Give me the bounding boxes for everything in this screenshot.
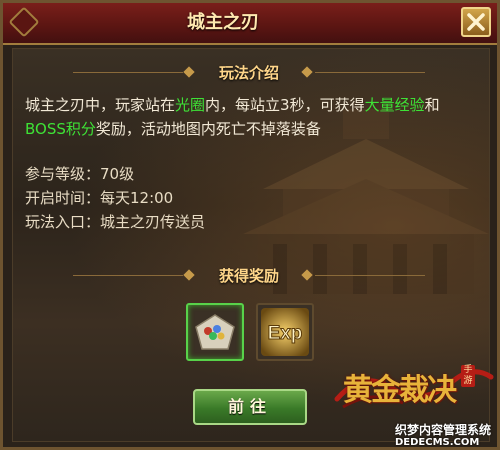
info-entry: 玩法入口：城主之刃传送员 (25, 213, 206, 231)
dialog-title: 城主之刃 (187, 12, 259, 33)
desc-highlight: 光圈 (175, 96, 206, 114)
section-rewards-header: 获得奖励 (218, 267, 279, 285)
desc-text: 奖励，活动地图内死亡不掉落装备 (95, 120, 321, 138)
header-rule-left (73, 72, 183, 73)
logo-text: 黄金裁决 (343, 373, 457, 408)
header-rule-right (315, 72, 425, 73)
go-button[interactable]: 前往 (193, 389, 307, 425)
header-rule-left (73, 275, 183, 276)
gem-bundle-icon (195, 314, 235, 350)
reward-slot-exp[interactable]: Exp (256, 303, 314, 361)
dialog-window: 城主之刃 玩法介绍 城主之刃中，玩家站在光圈内，每站立3秒，可获得大量经验和BO… (0, 0, 500, 450)
close-button[interactable] (461, 7, 491, 37)
intro-description: 城主之刃中，玩家站在光圈内，每站立3秒，可获得大量经验和 BOSS积分奖励，活动地… (25, 93, 477, 141)
desc-text: 和 (424, 96, 440, 114)
diamond-ornament-icon (183, 269, 195, 281)
dialog-title-bar: 城主之刃 (3, 3, 497, 45)
watermark-text: 织梦内容管理系统 (395, 423, 492, 437)
desc-text: 内，每站立3秒，可获得 (205, 96, 365, 114)
diamond-ornament-icon (183, 66, 195, 78)
exp-icon: Exp (261, 308, 309, 356)
section-intro-header: 玩法介绍 (218, 64, 279, 82)
desc-highlight: 大量经验 (364, 96, 425, 114)
close-icon (467, 13, 485, 31)
info-open-time: 开启时间：每天12:00 (25, 189, 174, 207)
watermark-url: DEDECMS.COM (395, 437, 480, 448)
reward-slot-gems[interactable] (186, 303, 244, 361)
desc-text: 城主之刃中，玩家站在 (25, 96, 176, 114)
desc-highlight: BOSS积分 (25, 120, 96, 138)
info-level: 参与等级：70级 (25, 165, 135, 183)
logo-tag: 手游 (461, 365, 475, 387)
header-rule-right (315, 275, 425, 276)
exp-label: Exp (268, 323, 303, 344)
